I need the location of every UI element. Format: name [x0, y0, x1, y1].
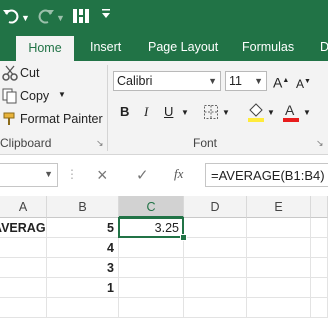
- chevron-down-icon[interactable]: ▼: [254, 72, 263, 90]
- cell-a4[interactable]: [0, 278, 47, 298]
- cell-b5[interactable]: [47, 298, 119, 318]
- scissors-icon: [2, 65, 18, 81]
- copy-dropdown-icon[interactable]: ▼: [58, 90, 66, 99]
- cell-e5[interactable]: [247, 298, 311, 318]
- format-painter-icon: [2, 111, 18, 127]
- tab-home[interactable]: Home: [16, 36, 74, 61]
- italic-button[interactable]: I: [144, 104, 148, 120]
- vertical-dots-icon: ⋮: [66, 167, 78, 181]
- tab-insert[interactable]: Insert: [90, 33, 121, 61]
- underline-button[interactable]: U: [164, 104, 173, 120]
- svg-text:A: A: [285, 102, 295, 118]
- cell-d5[interactable]: [184, 298, 247, 318]
- undo-icon[interactable]: [2, 6, 20, 26]
- formula-bar: ▼ ⋮ × ✓ fx =AVERAGE(B1:B4): [0, 155, 328, 195]
- cell-a2[interactable]: [0, 238, 47, 258]
- insert-function-icon[interactable]: fx: [174, 166, 183, 182]
- column-header-b[interactable]: B: [47, 196, 119, 218]
- cell-c2[interactable]: [119, 238, 184, 258]
- cell-b3[interactable]: 3: [47, 258, 119, 278]
- cell-f2[interactable]: [311, 238, 328, 258]
- font-size-value: 11: [229, 74, 242, 88]
- title-bar: ▼ ▼: [0, 0, 328, 33]
- column-header-e[interactable]: E: [247, 196, 311, 218]
- font-group-label: Font: [193, 136, 218, 150]
- cell-b4[interactable]: 1: [47, 278, 119, 298]
- cell-a3[interactable]: [0, 258, 47, 278]
- clipboard-group-label: Clipboard: [0, 136, 52, 150]
- cell-c4[interactable]: [119, 278, 184, 298]
- ribbon: Cut Copy ▼ Format Painter Clipboard ↘ Ca…: [0, 61, 328, 155]
- tab-formulas[interactable]: Formulas: [242, 33, 294, 61]
- active-cell-selection: [118, 217, 184, 238]
- column-header-a[interactable]: A: [0, 196, 47, 218]
- font-launcher-icon[interactable]: ↘: [316, 138, 324, 149]
- decrease-font-size-icon[interactable]: A▼: [296, 74, 311, 92]
- cell-f4[interactable]: [311, 278, 328, 298]
- borders-dropdown-icon[interactable]: ▼: [222, 105, 230, 121]
- cell-e1[interactable]: [247, 218, 311, 238]
- format-painter-button[interactable]: Format Painter: [20, 112, 103, 126]
- redo-icon[interactable]: [37, 6, 55, 26]
- cell-d3[interactable]: [184, 258, 247, 278]
- cut-button[interactable]: Cut: [20, 66, 39, 80]
- cell-d4[interactable]: [184, 278, 247, 298]
- cell-b2[interactable]: 4: [47, 238, 119, 258]
- cell-e2[interactable]: [247, 238, 311, 258]
- font-color-dropdown-icon[interactable]: ▼: [303, 105, 311, 121]
- borders-icon[interactable]: [203, 104, 219, 120]
- fill-color-dropdown-icon[interactable]: ▼: [267, 105, 275, 121]
- customize-quick-access-icon[interactable]: [101, 7, 111, 27]
- cell-c5[interactable]: [119, 298, 184, 318]
- cell-a1[interactable]: AVERAGE: [0, 218, 47, 238]
- column-header-d[interactable]: D: [184, 196, 247, 218]
- ribbon-tabs: Home Insert Page Layout Formulas D: [0, 33, 328, 61]
- tab-data[interactable]: D: [320, 33, 328, 61]
- column-header-c[interactable]: C: [119, 196, 184, 218]
- cell-f3[interactable]: [311, 258, 328, 278]
- font-name-combo[interactable]: Calibri ▼: [113, 71, 221, 91]
- font-color-icon[interactable]: A: [282, 101, 300, 123]
- fill-color-icon[interactable]: [247, 101, 265, 123]
- enter-formula-icon[interactable]: ✓: [136, 166, 149, 184]
- increase-font-size-icon[interactable]: A▲: [273, 73, 289, 91]
- column-header-f[interactable]: [311, 196, 328, 218]
- cell-f5[interactable]: [311, 298, 328, 318]
- bold-button[interactable]: B: [120, 104, 129, 120]
- chevron-down-icon[interactable]: ▼: [44, 169, 53, 179]
- clipboard-launcher-icon[interactable]: ↘: [96, 138, 104, 149]
- form-icon[interactable]: [72, 6, 90, 26]
- cell-d1[interactable]: [184, 218, 247, 238]
- chevron-down-icon[interactable]: ▼: [208, 72, 217, 90]
- copy-button[interactable]: Copy: [20, 89, 49, 103]
- cell-d2[interactable]: [184, 238, 247, 258]
- font-size-combo[interactable]: 11 ▼: [225, 71, 267, 91]
- redo-dropdown-icon[interactable]: ▼: [56, 8, 65, 28]
- fill-handle[interactable]: [180, 234, 187, 241]
- name-box[interactable]: ▼: [0, 163, 58, 187]
- cell-f1[interactable]: [311, 218, 328, 238]
- tab-page-layout[interactable]: Page Layout: [148, 33, 218, 61]
- underline-dropdown-icon[interactable]: ▼: [181, 105, 189, 121]
- copy-icon: [2, 88, 18, 104]
- formula-input[interactable]: =AVERAGE(B1:B4): [205, 163, 328, 187]
- cell-c3[interactable]: [119, 258, 184, 278]
- cell-e4[interactable]: [247, 278, 311, 298]
- cancel-formula-icon[interactable]: ×: [97, 165, 108, 186]
- worksheet-grid[interactable]: A B C D E AVERAGE 5 3.25 4 3 1: [0, 196, 328, 319]
- formula-text: =AVERAGE(B1:B4): [211, 168, 325, 183]
- cell-e3[interactable]: [247, 258, 311, 278]
- cell-a5[interactable]: [0, 298, 47, 318]
- group-separator: [107, 65, 108, 151]
- cell-b1[interactable]: 5: [47, 218, 119, 238]
- undo-dropdown-icon[interactable]: ▼: [21, 8, 30, 28]
- font-name-value: Calibri: [117, 74, 153, 88]
